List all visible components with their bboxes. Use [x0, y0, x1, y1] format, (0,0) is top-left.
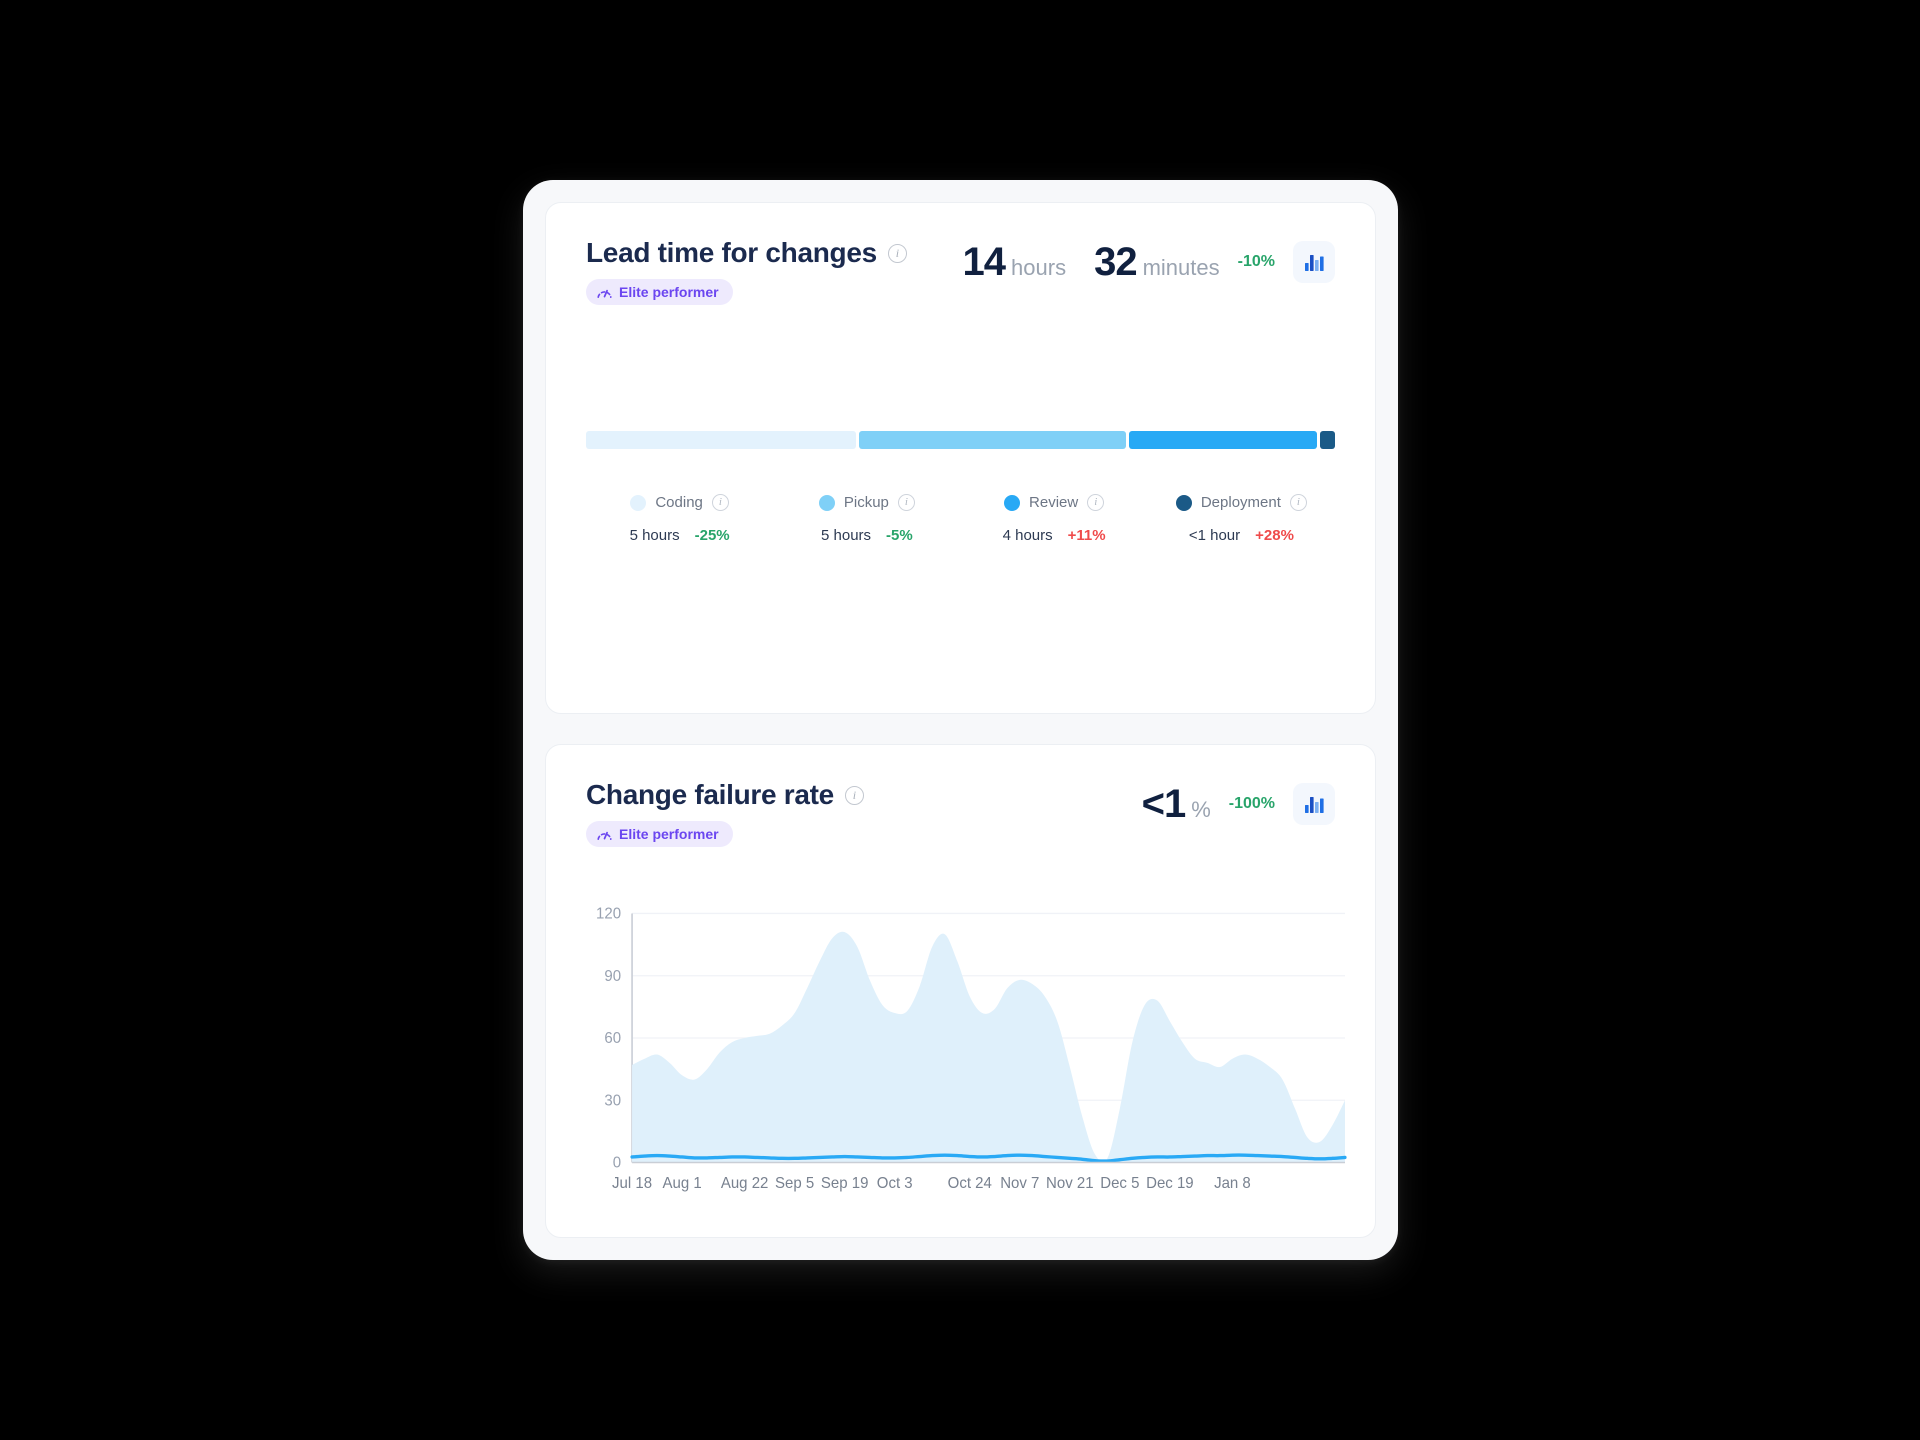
x-axis-tick-label: Sep 5 [775, 1174, 814, 1191]
info-icon[interactable]: i [897, 494, 915, 511]
metric-hours-unit: hours [1011, 255, 1067, 280]
screenshot-root: Lead time for changes i Elite performer [0, 0, 1920, 1440]
info-icon[interactable]: i [887, 243, 907, 263]
legend-item: Coding i 5 hours -25% [586, 494, 773, 544]
lead-time-metric: 14 hours 32 minutes [963, 242, 1220, 282]
page-title: Change failure rate [586, 779, 834, 810]
status-badge: Elite performer [586, 279, 733, 305]
legend-item: Review i 4 hours +11% [961, 494, 1148, 544]
x-axis-tick-label: Nov 21 [1046, 1174, 1094, 1191]
stacked-bar-segment-review[interactable] [1128, 431, 1318, 449]
y-axis-tick-label: 30 [604, 1092, 621, 1109]
x-axis-tick-label: Jan 8 [1214, 1174, 1251, 1191]
y-axis-tick-label: 120 [596, 905, 621, 922]
lead-time-metric-group: 14 hours 32 minutes -10% [963, 239, 1335, 283]
change-failure-rate-card-header: Change failure rate i Elite performer <1… [586, 781, 1335, 847]
legend-item: Pickup i 5 hours -5% [773, 494, 960, 544]
metric-minutes-unit: minutes [1142, 255, 1220, 280]
stacked-bar-segment-coding[interactable] [586, 431, 857, 449]
legend-delta: +11% [1067, 527, 1106, 544]
change-failure-rate-metric-group: <1 % -100% [1142, 781, 1335, 825]
x-axis-tick-label: Dec 5 [1100, 1174, 1139, 1191]
legend-delta: +28% [1255, 527, 1294, 544]
status-badge: Elite performer [586, 821, 733, 847]
metric-unit: % [1191, 797, 1211, 822]
metric-delta: -10% [1237, 253, 1275, 270]
x-axis-tick-label: Sep 19 [821, 1174, 869, 1191]
legend-color-dot [818, 494, 835, 511]
legend-color-dot [1175, 494, 1192, 511]
lead-time-breakdown: Coding i 5 hours -25% Pickup i 5 hours -… [586, 431, 1335, 544]
info-icon[interactable]: i [1289, 494, 1307, 511]
change-failure-rate-card: Change failure rate i Elite performer <1… [545, 744, 1376, 1238]
gauge-icon [597, 831, 612, 840]
area-series-total-changes [632, 931, 1345, 1163]
legend-label: Deployment [1200, 494, 1281, 511]
legend-value: 5 hours [821, 527, 872, 544]
legend-label: Pickup [843, 494, 889, 511]
legend-value: 5 hours [629, 527, 680, 544]
area-chart-svg: 0 30 60 90 120 Jul 18 Aug 1 Aug 22 Sep 5 Sep 19 Oc… [596, 905, 1347, 1192]
chart-toggle-button[interactable] [1293, 783, 1335, 825]
page-title: Lead time for changes [586, 237, 877, 268]
x-axis-tick-label: Nov 7 [1000, 1174, 1039, 1191]
metric-value: <1 [1141, 782, 1187, 826]
info-icon[interactable]: i [711, 494, 729, 511]
legend-item: Deployment i <1 hour +28% [1148, 494, 1335, 544]
bar-chart-icon [1304, 796, 1324, 813]
x-axis-tick-label: Dec 19 [1146, 1174, 1194, 1191]
metric-hours-value: 14 [962, 240, 1006, 284]
legend-color-dot [1004, 494, 1021, 511]
info-icon[interactable]: i [844, 785, 864, 805]
gauge-icon [597, 289, 612, 298]
stacked-bar-segment-deployment[interactable] [1320, 431, 1335, 449]
y-axis-tick-label: 90 [604, 968, 621, 985]
metric-minutes-value: 32 [1094, 240, 1137, 284]
dashboard-panel: Lead time for changes i Elite performer [523, 180, 1398, 1260]
x-axis-tick-label: Aug 1 [662, 1174, 701, 1191]
lead-time-card-header: Lead time for changes i Elite performer [586, 239, 1335, 305]
x-axis-tick-label: Aug 22 [721, 1174, 769, 1191]
x-axis-tick-label: Jul 18 [612, 1174, 652, 1191]
bar-chart-icon [1304, 254, 1324, 271]
stacked-bar-segment-pickup[interactable] [859, 431, 1126, 449]
legend-delta: -25% [694, 527, 730, 544]
lead-time-card: Lead time for changes i Elite performer [545, 202, 1376, 714]
change-failure-rate-chart[interactable]: 0 30 60 90 120 Jul 18 Aug 1 Aug 22 Sep 5 Sep 19 Oc… [586, 905, 1347, 1211]
y-axis-tick-label: 60 [604, 1030, 621, 1047]
legend-value: 4 hours [1002, 527, 1053, 544]
y-axis-tick-label: 0 [613, 1154, 621, 1171]
legend-delta: -5% [886, 527, 913, 544]
status-badge-label: Elite performer [619, 826, 719, 842]
metric-delta: -100% [1228, 795, 1275, 812]
x-axis-tick-label: Oct 24 [948, 1174, 993, 1191]
legend-label: Review [1029, 494, 1079, 511]
legend-label: Coding [655, 494, 703, 511]
legend-color-dot [630, 494, 647, 511]
status-badge-label: Elite performer [619, 284, 719, 300]
stacked-bar [586, 431, 1335, 449]
chart-toggle-button[interactable] [1293, 241, 1335, 283]
info-icon[interactable]: i [1087, 494, 1105, 511]
legend: Coding i 5 hours -25% Pickup i 5 hours -… [586, 494, 1335, 544]
x-axis-tick-label: Oct 3 [877, 1174, 913, 1191]
change-failure-rate-metric: <1 % [1142, 784, 1211, 824]
legend-value: <1 hour [1188, 527, 1241, 544]
